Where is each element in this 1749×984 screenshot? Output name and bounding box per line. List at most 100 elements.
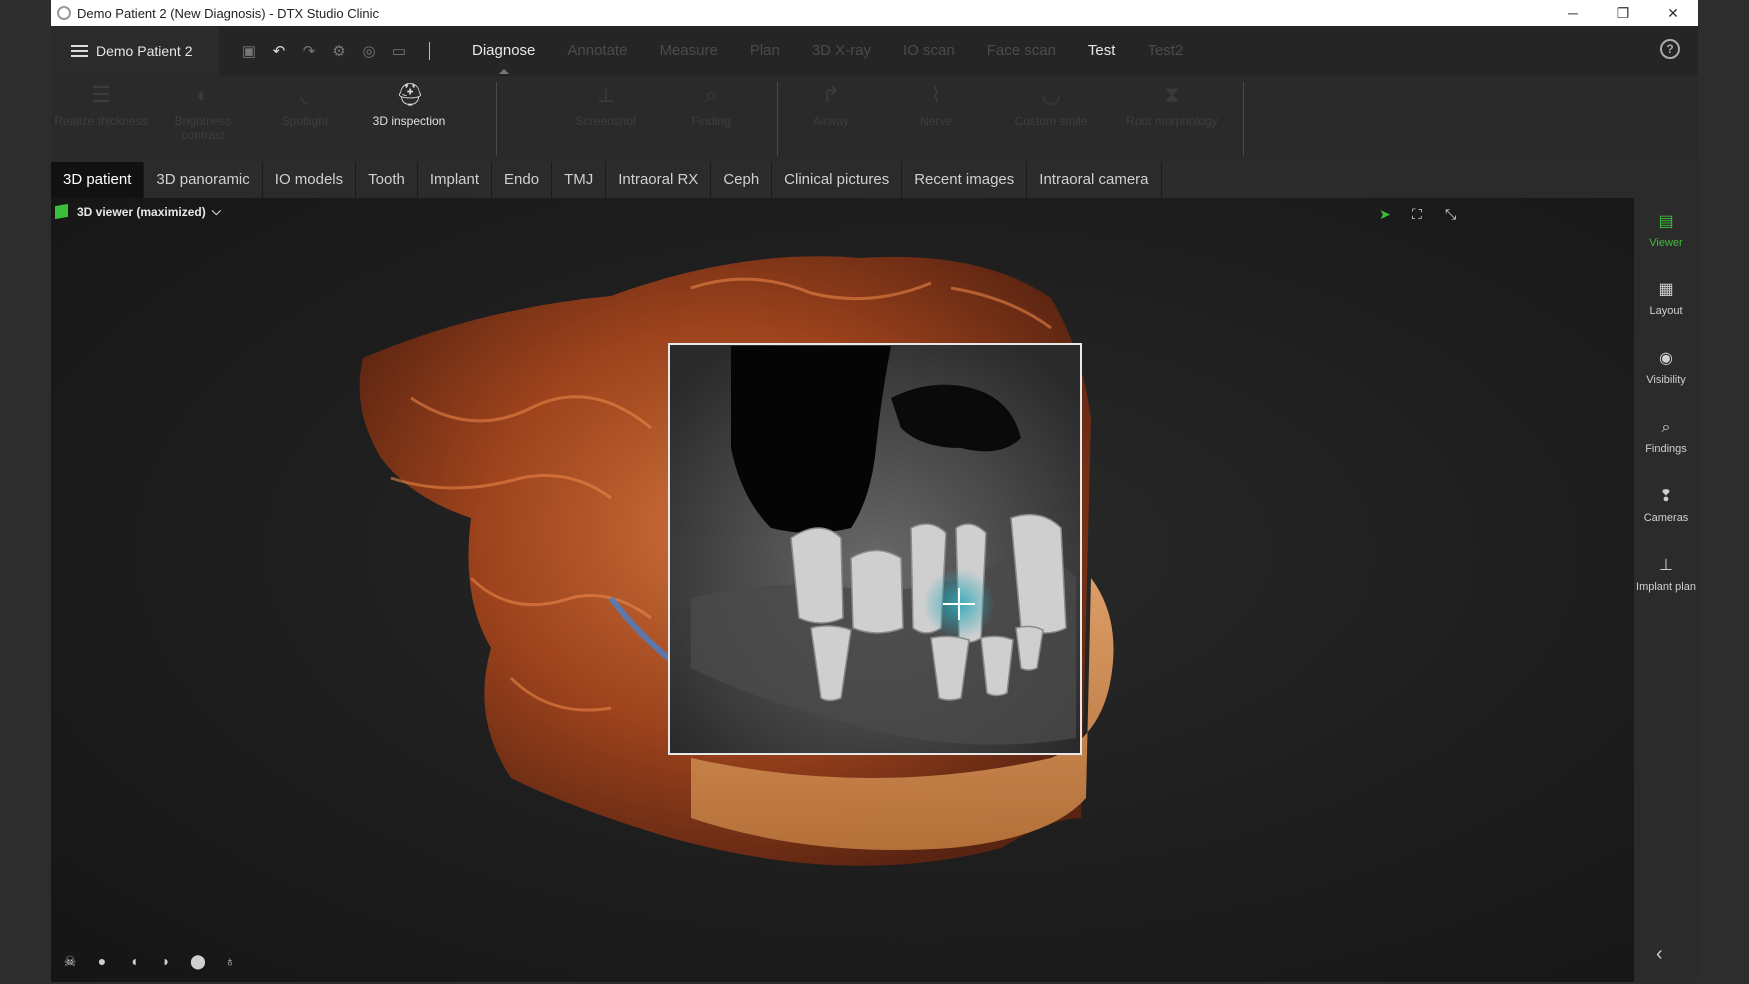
title-bar: Demo Patient 2 (New Diagnosis) - DTX Stu…: [51, 0, 1698, 26]
mode-tab-measure[interactable]: Measure: [643, 26, 733, 76]
tool-brightness-contrast[interactable]: ◐ Brightness contrast: [153, 82, 253, 142]
sidebar-item-layout[interactable]: ▦ Layout: [1634, 280, 1698, 318]
tab-clinical-pictures[interactable]: Clinical pictures: [772, 162, 903, 198]
sidebar-item-findings[interactable]: ⌕ Findings: [1634, 418, 1698, 456]
sidebar-item-cameras[interactable]: ❢ Cameras: [1634, 487, 1698, 525]
tool-label: Screenshot: [575, 114, 637, 128]
sidebar-item-implant-plan[interactable]: ⊥ Implant plan: [1634, 556, 1698, 594]
tab-tmj[interactable]: TMJ: [552, 162, 607, 198]
mode-tab-diagnose[interactable]: Diagnose: [456, 26, 551, 76]
skull-right-icon[interactable]: ◗: [157, 952, 175, 970]
pointer-icon[interactable]: ➤: [1379, 206, 1391, 223]
tool-root-morphology[interactable]: ⧗ Root morphology: [1122, 82, 1222, 128]
close-button[interactable]: ✕: [1648, 0, 1698, 26]
collapse-sidebar-icon[interactable]: ‹: [1656, 943, 1663, 966]
tool-label: Finding: [691, 114, 731, 128]
sidebar-item-label: Layout: [1649, 305, 1683, 317]
mode-tab-plan[interactable]: Plan: [734, 26, 796, 76]
skull-top-icon[interactable]: ⬤: [189, 952, 207, 970]
redo-icon[interactable]: ↷: [301, 42, 317, 60]
tool-nerve[interactable]: ⌇ Nerve: [886, 82, 986, 128]
root-icon: ⧗: [1164, 82, 1180, 107]
tab-intraoral-rx[interactable]: Intraoral RX: [606, 162, 712, 198]
tool-label: Brightness contrast: [174, 114, 232, 142]
spotlight-icon: ◟: [300, 82, 310, 107]
sidebar-item-viewer[interactable]: ▤ Viewer: [1634, 212, 1698, 250]
monitor-icon[interactable]: ▭: [391, 42, 407, 60]
tool-spotlight[interactable]: ◟ Spotlight: [255, 82, 355, 128]
mode-tab-face-scan[interactable]: Face scan: [971, 26, 1072, 76]
tool-3d-inspection[interactable]: ⛑ 3D inspection: [359, 82, 459, 128]
quick-tools: ▣ ↶ ↷ ⚙ ◎ ▭: [219, 26, 438, 76]
fit-view-icon[interactable]: ⛶: [1412, 206, 1422, 223]
layout-icon: ▦: [1658, 281, 1674, 298]
patient-menu-button[interactable]: Demo Patient 2: [51, 26, 219, 76]
undo-icon[interactable]: ↶: [271, 42, 287, 60]
3d-viewer[interactable]: 3D viewer (maximized) ⌵ ➤ ⛶ ⤡ ☠ ● ◖ ◗ ⬤ …: [51, 198, 1634, 982]
layers-icon: ☰: [91, 82, 111, 107]
tab-tooth[interactable]: Tooth: [356, 162, 418, 198]
sidebar-item-label: Findings: [1645, 443, 1687, 455]
tool-finding[interactable]: ⌕ Finding: [661, 82, 761, 128]
hamburger-icon: [71, 45, 88, 57]
ribbon-divider: [1243, 82, 1244, 156]
tab-recent-images[interactable]: Recent images: [902, 162, 1028, 198]
settings-icon[interactable]: ⚙: [331, 42, 347, 60]
tab-3d-panoramic[interactable]: 3D panoramic: [144, 162, 263, 198]
mode-tabs: Diagnose Annotate Measure Plan 3D X-ray …: [456, 26, 1199, 76]
help-icon[interactable]: ?: [1660, 39, 1680, 59]
findings-icon: ⌕: [1661, 419, 1671, 436]
patient-name: Demo Patient 2: [96, 43, 193, 59]
skull-bottom-icon[interactable]: ♁: [221, 952, 239, 970]
tool-label: Realize thickness: [54, 114, 148, 128]
tool-label: Custom smile: [1014, 114, 1088, 128]
chevron-down-icon: ⌵: [211, 204, 221, 218]
tab-ceph[interactable]: Ceph: [711, 162, 773, 198]
tool-label: Airway: [812, 114, 849, 128]
tab-3d-patient[interactable]: 3D patient: [51, 162, 145, 198]
camera-icon: ❢: [1659, 488, 1673, 505]
sidebar-item-label: Viewer: [1649, 237, 1683, 249]
inspection-icon: ⛑: [396, 82, 424, 107]
restore-button[interactable]: ❐: [1598, 0, 1648, 26]
3d-skull-render[interactable]: [51, 198, 1634, 982]
tool-label: 3D inspection: [372, 114, 446, 128]
screenshot-icon: ⊥: [596, 82, 616, 107]
finding-icon: ⌕: [704, 82, 718, 107]
tool-label: Spotlight: [281, 114, 329, 128]
tool-label: Nerve: [919, 114, 952, 128]
mode-tab-3d-xray[interactable]: 3D X-ray: [796, 26, 887, 76]
tab-io-models[interactable]: IO models: [263, 162, 357, 198]
tool-realize-thickness[interactable]: ☰ Realize thickness: [51, 82, 151, 128]
tab-endo[interactable]: Endo: [492, 162, 553, 198]
skull-back-icon[interactable]: ●: [93, 952, 111, 970]
tab-intraoral-camera[interactable]: Intraoral camera: [1027, 162, 1162, 198]
skull-front-icon[interactable]: ☠: [61, 952, 79, 970]
save-icon[interactable]: ▣: [241, 42, 257, 60]
sidebar-item-label: Visibility: [1646, 374, 1686, 386]
ribbon-divider: [496, 82, 497, 156]
mode-tab-test2[interactable]: Test2: [1131, 26, 1199, 76]
mode-tab-annotate[interactable]: Annotate: [551, 26, 643, 76]
tab-implant[interactable]: Implant: [418, 162, 493, 198]
ct-inspection-window: [668, 343, 1082, 755]
sidebar-item-label: Cameras: [1643, 512, 1689, 524]
data-tabs: 3D patient 3D panoramic IO models Tooth …: [51, 162, 1698, 198]
sidebar-item-visibility[interactable]: ◉ Visibility: [1634, 349, 1698, 387]
tool-airway[interactable]: ↱ Airway: [781, 82, 881, 128]
tool-screenshot[interactable]: ⊥ Screenshot: [556, 82, 656, 128]
minimize-view-icon[interactable]: ⤡: [1445, 206, 1456, 223]
mode-tab-io-scan[interactable]: IO scan: [887, 26, 971, 76]
viewer-label-text: 3D viewer (maximized): [77, 204, 206, 219]
target-icon[interactable]: ◎: [361, 42, 377, 60]
sidebar-item-label: Implant plan: [1636, 581, 1696, 593]
tool-custom-smile[interactable]: ◡ Custom smile: [1001, 82, 1101, 128]
viewer-dropdown[interactable]: 3D viewer (maximized) ⌵: [55, 203, 221, 220]
minimize-button[interactable]: ─: [1548, 0, 1598, 26]
skull-left-icon[interactable]: ◖: [125, 952, 143, 970]
implant-icon: ⊥: [1659, 557, 1673, 574]
mode-tab-test[interactable]: Test: [1072, 26, 1132, 76]
menu-bar: Demo Patient 2 ▣ ↶ ↷ ⚙ ◎ ▭ Diagnose Anno…: [51, 26, 1698, 76]
viewer-icon: ▤: [1658, 213, 1674, 230]
app-window: Demo Patient 2 (New Diagnosis) - DTX Stu…: [51, 0, 1698, 982]
